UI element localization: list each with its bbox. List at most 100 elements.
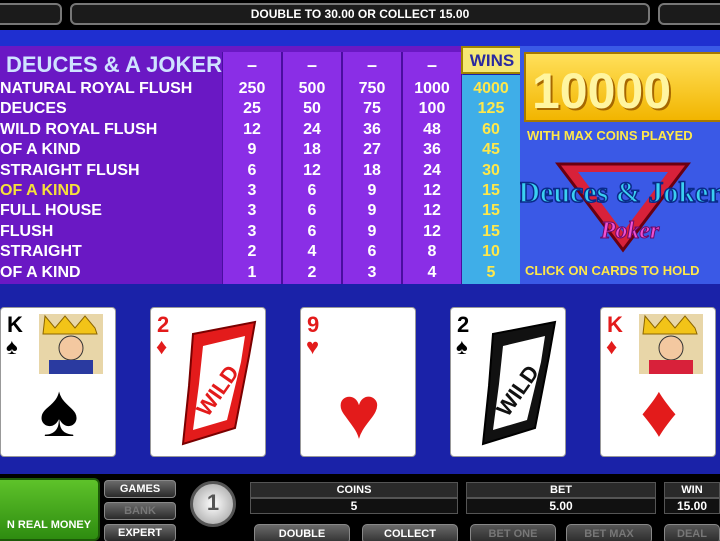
paytable-payout: 12 bbox=[423, 202, 441, 219]
status-message: DOUBLE TO 30.00 OR COLLECT 15.00 bbox=[70, 3, 650, 25]
bet-label: BET bbox=[466, 482, 656, 498]
paytable-payout: 3 bbox=[247, 202, 257, 219]
bank-button[interactable]: BANK bbox=[104, 502, 176, 520]
paytable-payout: 6 bbox=[367, 243, 377, 260]
deal-button[interactable]: DEAL bbox=[664, 524, 720, 541]
paytable-hand-name: FULL HOUSE bbox=[0, 202, 102, 219]
card-2[interactable]: 2 ♦ WILD bbox=[150, 307, 266, 457]
paytable-column-dash: – bbox=[426, 55, 437, 75]
paytable-payout: 6 bbox=[247, 162, 257, 179]
paytable-payout: 12 bbox=[423, 182, 441, 199]
card-suit-big: ♦ bbox=[640, 369, 678, 452]
wild-shield-icon: WILD bbox=[181, 320, 257, 446]
wild-shield-icon: WILD bbox=[481, 320, 557, 446]
paytable-hand-name: OF A KIND bbox=[0, 141, 81, 158]
hold-instruction: CLICK ON CARDS TO HOLD bbox=[525, 263, 700, 278]
paytable-win-amount: 5 bbox=[486, 264, 496, 281]
paytable-payout: 500 bbox=[298, 80, 326, 97]
paytable-win-amount: 30 bbox=[482, 162, 500, 179]
paytable-column-dash: – bbox=[306, 55, 317, 75]
top-strip bbox=[0, 30, 720, 46]
paytable-hand-name: FLUSH bbox=[0, 223, 54, 240]
double-button[interactable]: DOUBLE bbox=[254, 524, 350, 541]
jackpot-amount: 10000 bbox=[532, 63, 672, 119]
paytable-hand-name: OF A KIND bbox=[0, 264, 81, 281]
game-logo: Deuces & Joker Poker bbox=[520, 162, 720, 253]
paytable-payout: 6 bbox=[307, 202, 317, 219]
wins-label: WINS bbox=[470, 51, 514, 70]
coins-label: COINS bbox=[250, 482, 458, 498]
paytable-payout: 250 bbox=[238, 80, 266, 97]
card-4[interactable]: 2 ♠ WILD bbox=[450, 307, 566, 457]
logo-subtitle: Poker bbox=[600, 218, 660, 244]
paytable-title: DEUCES & A JOKER bbox=[6, 52, 222, 77]
paytable-payout: 12 bbox=[303, 162, 321, 179]
paytable-payout: 18 bbox=[303, 141, 321, 158]
coins-value: 5 bbox=[250, 498, 458, 514]
paytable-payout: 4 bbox=[427, 264, 437, 281]
card-suit-small: ♥ bbox=[306, 334, 320, 359]
logo-title: Deuces & Joker bbox=[520, 176, 720, 209]
paytable-payout: 100 bbox=[418, 100, 446, 117]
bet-one-button[interactable]: BET ONE bbox=[470, 524, 556, 541]
king-face-icon bbox=[639, 314, 703, 374]
paytable-payout: 9 bbox=[367, 202, 377, 219]
top-right-panel bbox=[658, 3, 720, 25]
paytable-payout: 24 bbox=[423, 162, 441, 179]
paytable-payout: 75 bbox=[363, 100, 381, 117]
paytable-payout: 6 bbox=[307, 223, 317, 240]
paytable-payout: 2 bbox=[247, 243, 257, 260]
bet-max-button[interactable]: BET MAX bbox=[566, 524, 652, 541]
top-left-panel bbox=[0, 3, 62, 25]
paytable-column-dash: – bbox=[366, 55, 377, 75]
expert-button[interactable]: EXPERT bbox=[104, 524, 176, 541]
coin-value-button[interactable]: 1 bbox=[190, 481, 236, 527]
paytable-payout: 25 bbox=[243, 100, 261, 117]
paytable-payout: 8 bbox=[427, 243, 437, 260]
paytable-payout: 3 bbox=[367, 264, 377, 281]
paytable-win-amount: 4000 bbox=[473, 80, 509, 97]
games-button[interactable]: GAMES bbox=[104, 480, 176, 498]
paytable-payout: 24 bbox=[303, 121, 321, 138]
paytable-win-amount: 45 bbox=[482, 141, 500, 158]
bet-value: 5.00 bbox=[466, 498, 656, 514]
paytable-payout: 3 bbox=[247, 182, 257, 199]
paytable-hand-name: OF A KIND bbox=[0, 182, 81, 199]
card-1[interactable]: K ♠ ♠ bbox=[0, 307, 116, 457]
paytable-column-dash: – bbox=[246, 55, 257, 75]
paytable-hand-name: WILD ROYAL FLUSH bbox=[0, 121, 158, 138]
paytable-payout: 1000 bbox=[414, 80, 450, 97]
paytable-payout: 36 bbox=[363, 121, 381, 138]
win-label: WIN bbox=[664, 482, 720, 498]
card-rank: K bbox=[607, 312, 623, 337]
paytable-payout: 18 bbox=[363, 162, 381, 179]
card-3[interactable]: 9 ♥ ♥ bbox=[300, 307, 416, 457]
paytable-payout: 6 bbox=[307, 182, 317, 199]
paytable-win-amount: 15 bbox=[482, 182, 500, 199]
paytable-hand-name: STRAIGHT bbox=[0, 243, 82, 260]
paytable-payout: 12 bbox=[243, 121, 261, 138]
paytable-payout: 50 bbox=[303, 100, 321, 117]
card-5[interactable]: K ♦ ♦ bbox=[600, 307, 716, 457]
paytable-win-amount: 15 bbox=[482, 223, 500, 240]
paytable-win-amount: 10 bbox=[482, 243, 500, 260]
paytable-payout: 9 bbox=[367, 223, 377, 240]
paytable-payout: 9 bbox=[247, 141, 257, 158]
card-suit-big: ♥ bbox=[337, 371, 381, 454]
collect-button[interactable]: COLLECT bbox=[362, 524, 458, 541]
paytable-payout: 2 bbox=[307, 264, 317, 281]
king-face-icon bbox=[39, 314, 103, 374]
paytable-payout: 3 bbox=[247, 223, 257, 240]
paytable-payout: 48 bbox=[423, 121, 441, 138]
paytable-payout: 27 bbox=[363, 141, 381, 158]
card-suit-small: ♠ bbox=[6, 334, 18, 359]
max-coins-text: WITH MAX COINS PLAYED bbox=[527, 128, 693, 143]
paytable-hand-name: NATURAL ROYAL FLUSH bbox=[0, 80, 193, 97]
paytable-win-amount: 125 bbox=[477, 100, 505, 117]
paytable-hand-name: STRAIGHT FLUSH bbox=[0, 162, 140, 179]
paytable-payout: 12 bbox=[423, 223, 441, 240]
real-money-button[interactable]: N REAL MONEY bbox=[0, 478, 100, 541]
video-poker-game: DOUBLE TO 30.00 OR COLLECT 15.00 WINS DE… bbox=[0, 0, 720, 541]
paytable-payout: 36 bbox=[423, 141, 441, 158]
paytable-win-amount: 15 bbox=[482, 202, 500, 219]
